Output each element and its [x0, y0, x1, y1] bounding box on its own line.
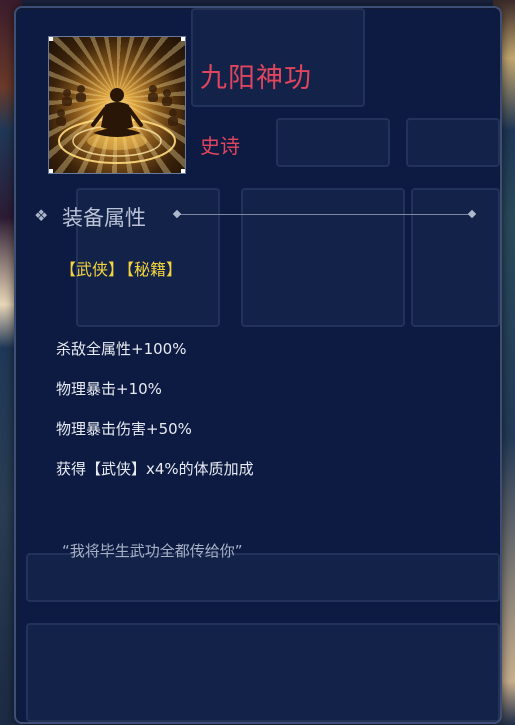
flavor-quote: “我将毕生武功全都传给你”: [62, 542, 243, 560]
divider-line: [177, 214, 472, 215]
attribute-line: 物理暴击伤害+50%: [56, 420, 192, 438]
ghost-tile: [276, 118, 390, 167]
divider-dot-icon: [172, 209, 182, 219]
attribute-line: 杀敌全属性+100%: [56, 340, 187, 358]
tag-list: 【武侠】 【秘籍】: [60, 256, 184, 280]
diamond-icon: ❖: [34, 206, 49, 225]
ghost-tile: [406, 118, 500, 167]
item-tooltip-panel: 九阳神功 史诗 ❖ 装备属性 【武侠】 【秘籍】 杀敌全属性+100% 物理暴击+…: [14, 6, 502, 724]
section-title: 装备属性: [62, 206, 146, 230]
tag-miji: 【秘籍】: [126, 260, 183, 279]
divider-dot-icon: [467, 209, 477, 219]
section-header: ❖ 装备属性: [32, 202, 482, 230]
item-name: 九阳神功: [200, 63, 312, 94]
ghost-tile: [26, 623, 500, 722]
attribute-line: 获得【武侠】x4%的体质加成: [56, 460, 254, 478]
item-portrait: [48, 36, 186, 174]
tag-wuxia: 【武侠】: [60, 260, 125, 279]
item-rarity: 史诗: [200, 134, 240, 158]
attribute-line: 物理暴击+10%: [56, 380, 162, 398]
